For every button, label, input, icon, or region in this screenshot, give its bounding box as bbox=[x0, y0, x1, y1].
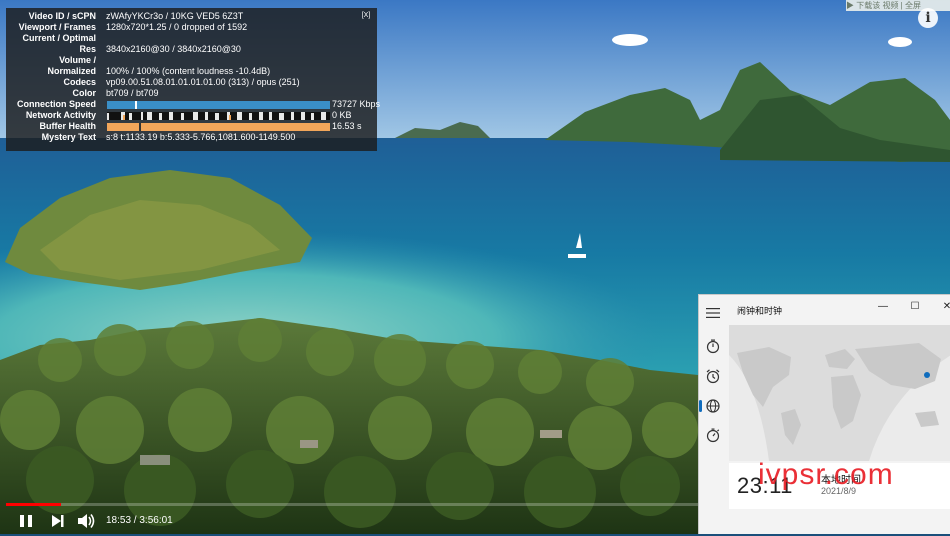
stats-row-volume: Volume / bbox=[6, 55, 377, 66]
stats-key: Res bbox=[79, 44, 96, 54]
stats-key: Codecs bbox=[63, 77, 96, 87]
network-activity-graph bbox=[107, 112, 330, 120]
time-duration: 3:56:01 bbox=[139, 515, 173, 526]
time-current: 18:53 bbox=[106, 515, 132, 526]
mute-button[interactable] bbox=[76, 511, 96, 531]
nav-world-clock[interactable] bbox=[699, 398, 721, 414]
alarms-clock-window: 闹钟和时钟 — ☐ ✕ 23:11 本地时间 2021/8/9 bbox=[698, 294, 950, 534]
skip-next-icon bbox=[52, 515, 64, 527]
connection-speed-graph bbox=[107, 101, 330, 109]
stats-for-nerds-panel: Video ID / sCPN zWAfyYKCr3o / 10KG VED5 … bbox=[6, 8, 381, 151]
stats-key: Normalized bbox=[47, 66, 96, 76]
stats-key: Buffer Health bbox=[39, 121, 96, 131]
stats-key: Connection Speed bbox=[16, 99, 96, 109]
close-button[interactable]: ✕ bbox=[939, 299, 950, 315]
progress-bar-played bbox=[6, 503, 62, 506]
nav-stopwatch[interactable] bbox=[705, 427, 721, 443]
window-title: 闹钟和时钟 bbox=[737, 306, 783, 316]
timer-icon bbox=[706, 339, 720, 354]
pause-icon bbox=[20, 515, 32, 527]
stats-row-codecs: Codecs vp09.00.51.08.01.01.01.01.00 (313… bbox=[6, 77, 377, 88]
stats-row-normalized: Normalized 100% / 100% (content loudness… bbox=[6, 66, 377, 77]
stats-row-buffer-health: Buffer Health 16.53 s bbox=[6, 121, 377, 132]
alarm-icon bbox=[706, 369, 720, 384]
progress-bar[interactable] bbox=[6, 503, 698, 506]
stats-value: s:8 t:1133.19 b:5.333-5.766,1081.600-114… bbox=[106, 132, 296, 142]
maximize-button[interactable]: ☐ bbox=[907, 299, 923, 315]
stats-value: 73727 Kbps bbox=[332, 99, 381, 109]
stats-row-viewport: Viewport / Frames 1280x720*1.25 / 0 drop… bbox=[6, 22, 377, 33]
stats-key: Color bbox=[72, 88, 97, 98]
world-map[interactable] bbox=[729, 325, 950, 461]
stats-row-video-id: Video ID / sCPN zWAfyYKCr3o / 10KG VED5 … bbox=[6, 11, 377, 22]
stats-key: Viewport / Frames bbox=[18, 22, 96, 32]
time-display: 18:53 / 3:56:01 bbox=[106, 515, 173, 526]
nav-selected-indicator bbox=[699, 400, 702, 412]
stats-value: 1280x720*1.25 / 0 dropped of 1592 bbox=[106, 22, 248, 32]
nav-alarm[interactable] bbox=[705, 368, 721, 384]
buffer-health-graph bbox=[107, 123, 330, 131]
stats-value: vp09.00.51.08.01.01.01.01.00 (313) / opu… bbox=[106, 77, 300, 87]
hamburger-menu-button[interactable] bbox=[706, 305, 720, 323]
player-controls: 18:53 / 3:56:01 bbox=[0, 507, 698, 534]
watermark-logo: ivpsr.com bbox=[758, 458, 894, 491]
nav-timer[interactable] bbox=[705, 338, 721, 354]
stats-row-current-optimal: Current / Optimal bbox=[6, 33, 377, 44]
next-button[interactable] bbox=[48, 511, 68, 531]
stats-row-mystery-text: Mystery Text s:8 t:1133.19 b:5.333-5.766… bbox=[6, 132, 377, 143]
minimize-button[interactable]: — bbox=[875, 299, 891, 315]
volume-icon bbox=[78, 514, 95, 528]
stats-value: bt709 / bt709 bbox=[106, 88, 159, 98]
pause-button[interactable] bbox=[16, 511, 36, 531]
stats-key: Network Activity bbox=[25, 110, 96, 120]
stats-key: Video ID / sCPN bbox=[28, 11, 96, 21]
stats-row-color: Color bt709 / bt709 bbox=[6, 88, 377, 99]
globe-icon bbox=[706, 399, 720, 413]
stats-key: Current / Optimal bbox=[22, 33, 96, 43]
stats-close-button[interactable]: [X] bbox=[359, 11, 373, 21]
hamburger-menu-icon bbox=[706, 308, 720, 318]
stats-value: 16.53 s bbox=[332, 121, 362, 131]
stats-row-res: Res 3840x2160@30 / 3840x2160@30 bbox=[6, 44, 377, 55]
stats-value: 3840x2160@30 / 3840x2160@30 bbox=[106, 44, 241, 54]
stats-row-connection-speed: Connection Speed 73727 Kbps bbox=[6, 99, 381, 110]
stats-key: Volume / bbox=[59, 55, 96, 65]
stats-row-network-activity: Network Activity 0 KB bbox=[6, 110, 377, 121]
stats-value: 0 KB bbox=[332, 110, 352, 120]
info-icon[interactable]: i bbox=[918, 8, 938, 28]
stats-value: 100% / 100% (content loudness -10.4dB) bbox=[106, 66, 271, 76]
stopwatch-icon bbox=[706, 428, 720, 443]
stats-value: zWAfyYKCr3o / 10KG VED5 6Z3T bbox=[106, 11, 244, 21]
stats-key: Mystery Text bbox=[41, 132, 96, 142]
